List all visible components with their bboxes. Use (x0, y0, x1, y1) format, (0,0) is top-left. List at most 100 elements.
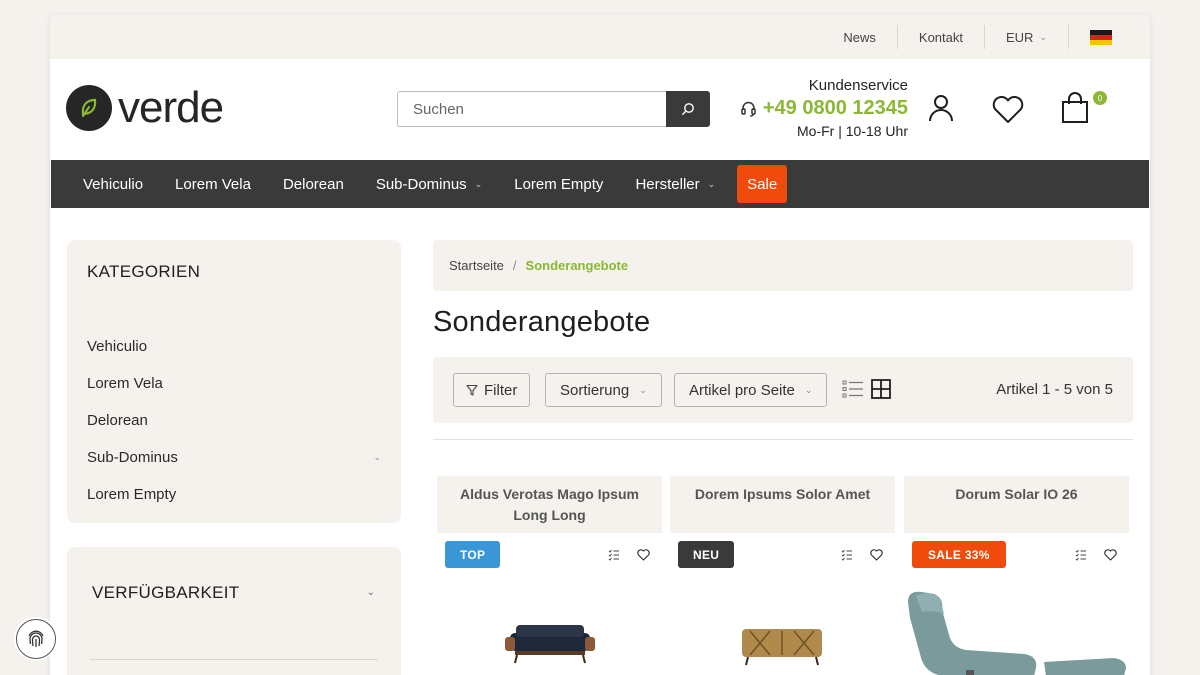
new-badge: NEU (678, 541, 735, 568)
nav-item-lorem-empty[interactable]: Lorem Empty (498, 160, 619, 208)
contact-link-label: Kontakt (918, 29, 963, 45)
filter-button-label: Filter (484, 381, 518, 399)
account-button[interactable] (928, 94, 954, 127)
nav-item-sub-dominus[interactable]: Sub-Dominus ⌄ (360, 160, 498, 208)
product-card[interactable]: Dorum Solar IO 26 SALE 33% (904, 476, 1129, 675)
language-selector[interactable] (1069, 25, 1112, 49)
logo[interactable]: verde (66, 83, 224, 132)
divider (433, 439, 1133, 440)
currency-label: EUR (1006, 29, 1034, 45)
nav-item-delorean[interactable]: Delorean (267, 160, 360, 208)
category-item-label: Vehiculio (87, 338, 148, 355)
top-badge: TOP (445, 541, 501, 568)
sale-badge: SALE 33% (912, 541, 1006, 568)
category-list: Vehiculio Lorem Vela Delorean Sub-Dominu… (87, 328, 381, 513)
list-view-button[interactable] (842, 379, 864, 404)
compare-icon[interactable] (608, 549, 620, 561)
currency-dropdown[interactable]: EUR ⌄ (985, 25, 1069, 49)
nav-item-vehiculio[interactable]: Vehiculio (67, 160, 159, 208)
product-image[interactable] (670, 581, 895, 675)
heart-icon (992, 96, 1024, 123)
cart-count-badge: 0 (1093, 91, 1107, 105)
search-bar (397, 91, 710, 127)
filter-button[interactable]: Filter (453, 373, 531, 407)
category-item-vehiculio[interactable]: Vehiculio (87, 328, 381, 365)
search-button[interactable] (666, 91, 710, 127)
privacy-settings-button[interactable] (16, 619, 56, 659)
fingerprint-icon (28, 630, 44, 647)
nav-item-hersteller[interactable]: Hersteller ⌄ (619, 160, 731, 208)
sort-dropdown[interactable]: Sortierung ⌄ (545, 373, 662, 407)
nav-item-label: Hersteller (635, 175, 700, 193)
german-flag-icon (1090, 29, 1112, 45)
item-count: Artikel 1 - 5 von 5 (996, 381, 1113, 398)
page-title: Sonderangebote (433, 306, 651, 338)
heart-icon[interactable] (637, 549, 650, 561)
grid-view-icon (871, 379, 891, 399)
list-view-icon (842, 380, 863, 398)
brand-name: verde (118, 83, 224, 132)
search-input[interactable] (397, 91, 666, 127)
nav-item-label: Sale (747, 175, 778, 193)
grid-view-button[interactable] (871, 379, 891, 404)
filter-icon (466, 384, 478, 396)
header: verde Kundenservice +49 0800 12345 Mo-Fr… (50, 59, 1150, 160)
news-link[interactable]: News (822, 25, 898, 49)
breadcrumb-home[interactable]: Startseite (449, 258, 504, 273)
category-item-lorem-empty[interactable]: Lorem Empty (87, 476, 381, 513)
product-card[interactable]: Aldus Verotas Mago Ipsum Long Long TOP (437, 476, 662, 675)
per-page-dropdown-label: Artikel pro Seite (689, 381, 795, 399)
product-image[interactable] (904, 584, 1129, 675)
contact-link[interactable]: Kontakt (898, 25, 985, 49)
page-container: News Kontakt EUR ⌄ verde Kundenservice (50, 15, 1150, 675)
cart-button[interactable] (1061, 92, 1089, 129)
user-icon (929, 95, 953, 122)
product-title[interactable]: Dorum Solar IO 26 (904, 476, 1129, 533)
news-link-label: News (843, 29, 876, 45)
leaf-icon (66, 85, 112, 131)
chevron-down-icon: ⌄ (366, 587, 375, 598)
nav-item-label: Sub-Dominus (375, 175, 467, 193)
category-item-lorem-vela[interactable]: Lorem Vela (87, 365, 381, 402)
product-title[interactable]: Dorem Ipsums Solor Amet (670, 476, 895, 533)
product-image[interactable] (437, 581, 662, 675)
chevron-down-icon: ⌄ (804, 384, 813, 395)
chevron-down-icon: ⌄ (1039, 31, 1047, 42)
customer-service: Kundenservice +49 0800 12345 Mo-Fr | 10-… (726, 77, 908, 139)
nav-item-label: Lorem Vela (175, 175, 251, 193)
chevron-down-icon: ⌄ (639, 384, 647, 395)
compare-icon[interactable] (1075, 549, 1087, 561)
category-item-delorean[interactable]: Delorean (87, 402, 381, 439)
shopping-bag-icon (1062, 92, 1088, 123)
category-item-sub-dominus[interactable]: Sub-Dominus ⌄ (87, 439, 381, 476)
top-bar: News Kontakt EUR ⌄ (50, 15, 1150, 59)
category-item-label: Lorem Vela (87, 375, 163, 392)
chevron-down-icon: ⌄ (707, 178, 716, 189)
search-icon (682, 103, 694, 115)
per-page-dropdown[interactable]: Artikel pro Seite ⌄ (674, 373, 828, 407)
chevron-down-icon: ⌄ (474, 178, 483, 189)
nav-item-sale[interactable]: Sale (737, 165, 788, 203)
service-phone[interactable]: +49 0800 12345 (763, 97, 908, 120)
service-label: Kundenservice (808, 77, 908, 94)
chevron-down-icon[interactable]: ⌄ (373, 452, 381, 463)
category-panel-title: KATEGORIEN (87, 262, 201, 281)
product-card[interactable]: Dorem Ipsums Solor Amet NEU (670, 476, 895, 675)
divider (90, 659, 378, 660)
sort-dropdown-label: Sortierung (560, 381, 630, 399)
heart-icon[interactable] (870, 549, 883, 561)
compare-icon[interactable] (841, 549, 853, 561)
availability-filter[interactable]: VERFÜGBARKEIT ⌄ (67, 547, 401, 675)
availability-title: VERFÜGBARKEIT (92, 583, 240, 602)
product-title[interactable]: Aldus Verotas Mago Ipsum Long Long (437, 476, 662, 533)
listing-toolbar: Filter Sortierung ⌄ Artikel pro Seite ⌄ Ar… (433, 357, 1133, 423)
category-item-label: Delorean (87, 412, 148, 429)
breadcrumb-current: Sonderangebote (525, 258, 629, 273)
nav-item-label: Vehiculio (83, 175, 144, 193)
wishlist-button[interactable] (991, 96, 1025, 129)
nav-item-lorem-vela[interactable]: Lorem Vela (159, 160, 267, 208)
category-item-label: Lorem Empty (87, 486, 177, 503)
category-item-label: Sub-Dominus (87, 449, 178, 466)
headset-icon (741, 101, 756, 117)
heart-icon[interactable] (1104, 549, 1117, 561)
